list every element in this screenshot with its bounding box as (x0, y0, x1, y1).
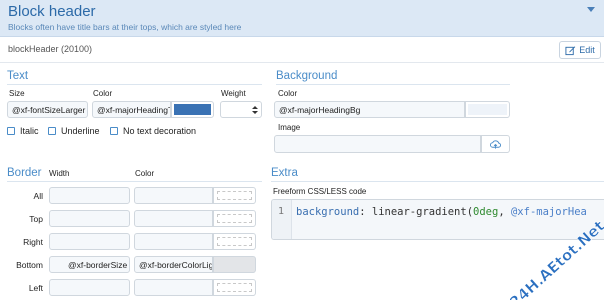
no-text-decoration-label: No text decoration (123, 126, 197, 136)
border-color-swatch[interactable] (213, 187, 256, 204)
chevron-down-icon[interactable] (586, 6, 596, 14)
border-side-label: Right (23, 237, 43, 247)
text-color-input[interactable]: @xf-majorHeadingTextColor (92, 101, 171, 118)
border-color-input[interactable] (134, 210, 213, 227)
edit-button-label: Edit (579, 45, 595, 55)
background-section-title: Background (276, 70, 338, 82)
text-color-swatch[interactable] (171, 101, 214, 118)
border-color-header: Color (135, 169, 155, 178)
bg-image-input[interactable] (274, 135, 481, 153)
watermark: 24H.AEtot.Net (510, 210, 604, 300)
edit-icon (565, 45, 576, 55)
checkbox-box[interactable] (7, 127, 15, 135)
italic-label: Italic (20, 126, 39, 136)
section-subtitle: Blocks often have title bars at their to… (8, 22, 242, 32)
border-color-swatch[interactable] (213, 210, 256, 227)
background-section-rule (276, 84, 510, 85)
border-width-input[interactable] (49, 187, 130, 204)
border-section-rule (7, 181, 262, 182)
border-width-input[interactable]: @xf-borderSize (49, 256, 130, 273)
color-label: Color (93, 89, 113, 98)
border-section-title: Border (7, 167, 42, 179)
size-label: Size (9, 89, 25, 98)
select-arrows-icon (252, 106, 258, 114)
border-color-input[interactable] (134, 279, 213, 296)
divider (0, 62, 604, 63)
border-color-swatch[interactable] (213, 279, 256, 296)
border-width-header: Width (49, 169, 70, 178)
code-function: linear-gradient( (371, 206, 474, 218)
code-argument: 0deg (473, 206, 499, 218)
style-property-identifier: blockHeader (20100) (8, 44, 93, 54)
border-width-input[interactable] (49, 279, 130, 296)
underline-label: Underline (61, 126, 100, 136)
underline-checkbox[interactable]: Underline (48, 126, 100, 136)
upload-icon (490, 139, 501, 149)
weight-label: Weight (221, 89, 246, 98)
extra-section-rule (271, 181, 604, 182)
watermark-text: 24H.AEtot.Net (510, 216, 604, 300)
font-size-input[interactable]: @xf-fontSizeLarger (7, 101, 88, 118)
code-property: background (296, 206, 360, 218)
text-section-title: Text (7, 70, 29, 82)
bg-color-input[interactable]: @xf-majorHeadingBg (274, 101, 465, 118)
image-label: Image (278, 123, 301, 132)
block-header-bar[interactable]: Block header Blocks often have title bar… (0, 0, 604, 37)
border-color-input[interactable]: @xf-borderColorLight (134, 256, 213, 273)
border-color-input[interactable] (134, 187, 213, 204)
border-side-label: All (33, 191, 43, 201)
border-color-input[interactable] (134, 233, 213, 250)
border-color-swatch[interactable] (213, 233, 256, 250)
checkbox-box[interactable] (110, 127, 118, 135)
font-weight-select[interactable] (220, 101, 262, 118)
css-code-label: Freeform CSS/LESS code (273, 187, 367, 196)
text-section-rule (7, 84, 262, 85)
border-width-input[interactable] (49, 210, 130, 227)
edit-button[interactable]: Edit (559, 41, 601, 59)
border-color-swatch[interactable] (213, 256, 256, 273)
section-title: Block header (8, 3, 96, 20)
extra-section-title: Extra (271, 167, 298, 179)
border-width-input[interactable] (49, 233, 130, 250)
bg-color-swatch[interactable] (465, 101, 510, 118)
image-upload-button[interactable] (481, 135, 510, 153)
italic-checkbox[interactable]: Italic (7, 126, 39, 136)
border-side-label: Top (29, 214, 43, 224)
line-number: 1 (278, 206, 285, 217)
border-side-label: Bottom (16, 260, 43, 270)
checkbox-box[interactable] (48, 127, 56, 135)
bg-color-label: Color (278, 89, 298, 98)
border-side-label: Left (28, 283, 43, 293)
code-separator: : (359, 206, 372, 218)
no-text-decoration-checkbox[interactable]: No text decoration (110, 126, 196, 136)
